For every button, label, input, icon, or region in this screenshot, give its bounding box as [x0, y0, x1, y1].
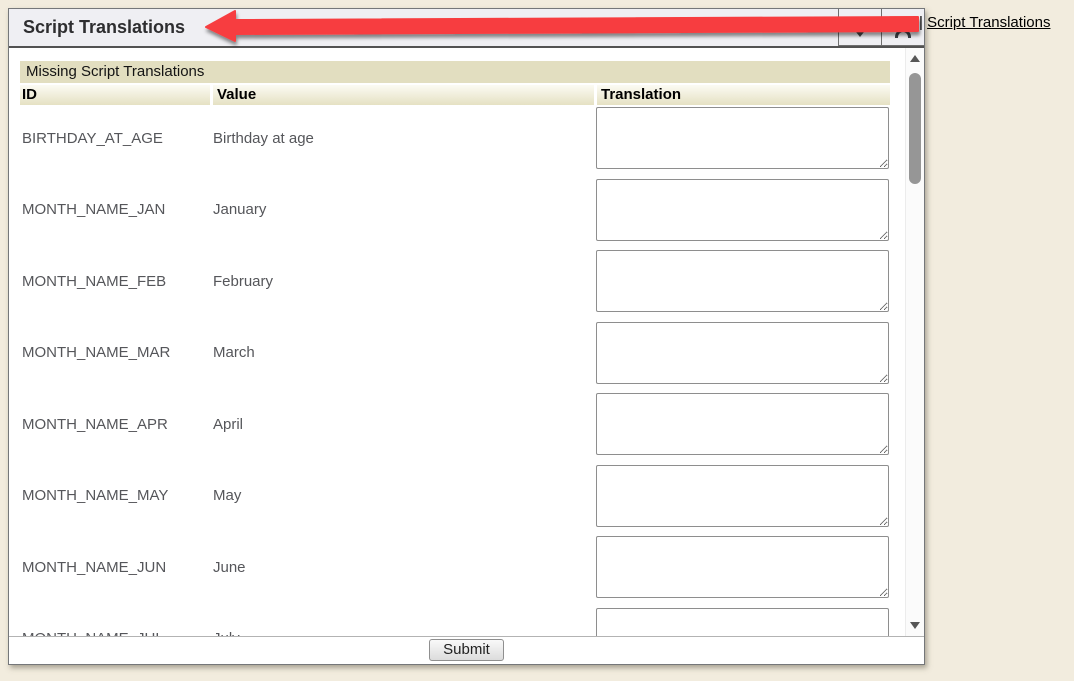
row-id: MONTH_NAME_JAN	[20, 201, 213, 218]
row-value: April	[213, 416, 596, 433]
caret-down-icon	[856, 32, 864, 37]
top-nav: | Script Translations	[919, 14, 1050, 31]
translation-textarea[interactable]	[596, 107, 889, 169]
row-value: July	[213, 630, 596, 636]
column-header-id: ID	[20, 85, 210, 105]
submit-bar: Submit	[9, 636, 924, 662]
row-id: MONTH_NAME_MAY	[20, 487, 213, 504]
submit-button[interactable]: Submit	[429, 639, 504, 661]
translation-textarea[interactable]	[596, 608, 889, 637]
page: { "top_nav": { "separator": "|", "link_l…	[0, 0, 1074, 681]
table-row: MONTH_NAME_JANJanuary	[20, 179, 905, 241]
table-row: MONTH_NAME_MARMarch	[20, 322, 905, 384]
scroll-up-button[interactable]	[910, 55, 920, 62]
column-header-value: Value	[213, 85, 594, 105]
translation-textarea[interactable]	[596, 322, 889, 384]
table-row: MONTH_NAME_MAYMay	[20, 465, 905, 527]
table-row: MONTH_NAME_JULJuly	[20, 608, 905, 637]
dropdown-button[interactable]	[838, 9, 881, 46]
translations-scroll-area: Missing Script Translations ID Value Tra…	[9, 48, 905, 636]
translation-textarea[interactable]	[596, 250, 889, 312]
panel-body: Missing Script Translations ID Value Tra…	[9, 48, 924, 636]
row-id: MONTH_NAME_JUN	[20, 559, 213, 576]
row-id: MONTH_NAME_JUL	[20, 630, 213, 636]
section-caption: Missing Script Translations	[20, 61, 890, 83]
row-id: MONTH_NAME_FEB	[20, 273, 213, 290]
row-id: BIRTHDAY_AT_AGE	[20, 130, 213, 147]
row-value: June	[213, 559, 596, 576]
arc-icon	[895, 29, 911, 38]
row-value: May	[213, 487, 596, 504]
row-id: MONTH_NAME_MAR	[20, 344, 213, 361]
translation-textarea[interactable]	[596, 179, 889, 241]
vertical-scrollbar[interactable]	[905, 48, 924, 636]
scroll-down-button[interactable]	[910, 622, 920, 629]
panel-title: Script Translations	[23, 17, 185, 38]
script-translations-link[interactable]: Script Translations	[927, 14, 1050, 31]
translation-textarea[interactable]	[596, 536, 889, 598]
row-value: Birthday at age	[213, 130, 596, 147]
column-header-translation: Translation	[597, 85, 890, 105]
table-row: MONTH_NAME_FEBFebruary	[20, 250, 905, 312]
row-value: January	[213, 201, 596, 218]
row-id: MONTH_NAME_APR	[20, 416, 213, 433]
translations-table: BIRTHDAY_AT_AGEBirthday at age MONTH_NAME…	[20, 107, 905, 636]
translation-textarea[interactable]	[596, 393, 889, 455]
collapse-button[interactable]	[881, 9, 924, 46]
translation-textarea[interactable]	[596, 465, 889, 527]
table-row: MONTH_NAME_APRApril	[20, 393, 905, 455]
row-value: March	[213, 344, 596, 361]
nav-separator: |	[919, 14, 923, 31]
table-row: MONTH_NAME_JUNJune	[20, 536, 905, 598]
script-translations-panel: Script Translations Missing Script Trans…	[8, 8, 925, 665]
panel-header: Script Translations	[9, 9, 924, 48]
scrollbar-thumb[interactable]	[909, 73, 921, 184]
table-row: BIRTHDAY_AT_AGEBirthday at age	[20, 107, 905, 169]
column-header-row: ID Value Translation	[20, 85, 890, 105]
row-value: February	[213, 273, 596, 290]
panel-header-buttons	[838, 9, 924, 46]
